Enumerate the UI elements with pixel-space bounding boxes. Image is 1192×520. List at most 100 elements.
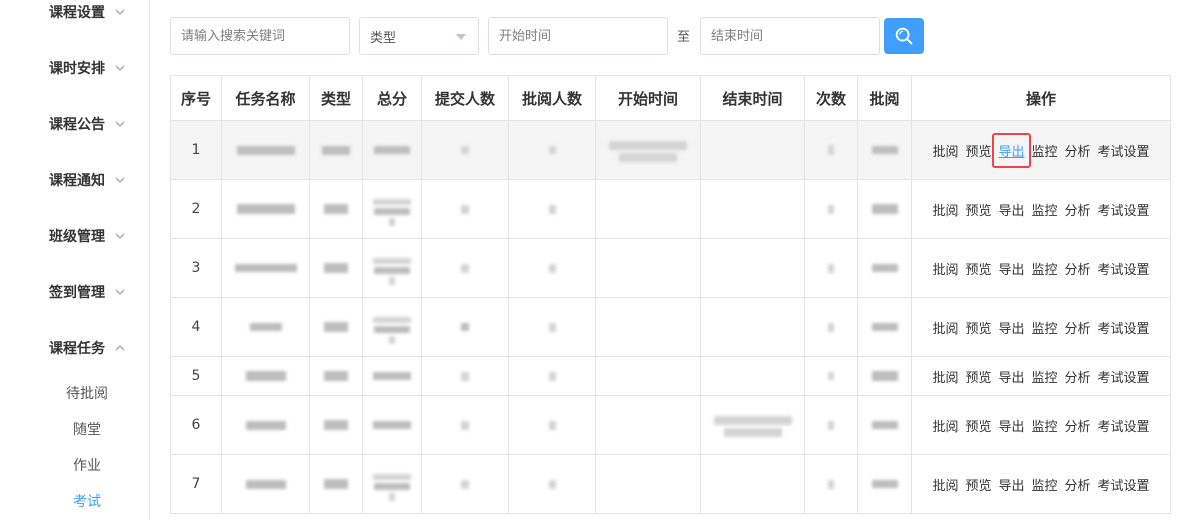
- exam-settings-link[interactable]: 考试设置: [1098, 318, 1150, 337]
- attempts-cell: [804, 395, 858, 455]
- preview-link[interactable]: 预览: [965, 416, 991, 435]
- chevron-down-icon: [115, 63, 125, 73]
- export-link[interactable]: 导出: [998, 416, 1024, 435]
- analyze-link[interactable]: 分析: [1065, 367, 1091, 386]
- start-time-input[interactable]: [488, 17, 668, 55]
- task-name-cell[interactable]: [221, 120, 310, 180]
- analyze-link[interactable]: 分析: [1065, 141, 1091, 160]
- task-name-cell[interactable]: [221, 395, 310, 455]
- column-header[interactable]: 操作: [911, 75, 1171, 121]
- task-name-cell[interactable]: [221, 454, 310, 514]
- analyze-link[interactable]: 分析: [1065, 318, 1091, 337]
- monitor-link[interactable]: 监控: [1032, 200, 1058, 219]
- submitted-cell: [421, 179, 509, 239]
- export-link[interactable]: 导出: [998, 200, 1024, 219]
- redacted-text: [461, 323, 469, 331]
- preview-link[interactable]: 预览: [965, 318, 991, 337]
- column-header[interactable]: 结束时间: [700, 75, 805, 121]
- exam-settings-link[interactable]: 考试设置: [1098, 259, 1150, 278]
- task-name-cell[interactable]: [221, 356, 310, 396]
- score-cell: [362, 454, 422, 514]
- preview-link[interactable]: 预览: [965, 141, 991, 160]
- export-link[interactable]: 导出: [998, 318, 1024, 337]
- column-header[interactable]: 提交人数: [421, 75, 509, 121]
- exam-settings-link[interactable]: 考试设置: [1098, 367, 1150, 386]
- analyze-link[interactable]: 分析: [1065, 259, 1091, 278]
- sidebar-sub-homework[interactable]: 作业: [0, 454, 150, 478]
- type-cell: [309, 120, 363, 180]
- keyword-search-input[interactable]: [170, 17, 350, 55]
- review-link[interactable]: 批阅: [932, 141, 958, 160]
- type-cell: [309, 454, 363, 514]
- column-header[interactable]: 开始时间: [595, 75, 701, 121]
- chevron-down-icon: [115, 175, 125, 185]
- column-header[interactable]: 总分: [362, 75, 422, 121]
- column-header[interactable]: 批阅: [857, 75, 912, 121]
- review-cell: [857, 454, 912, 514]
- exam-settings-link[interactable]: 考试设置: [1098, 475, 1150, 494]
- sidebar-menu-label: 课时安排: [49, 61, 105, 77]
- exam-settings-link[interactable]: 考试设置: [1098, 416, 1150, 435]
- sidebar-menu-attendance[interactable]: 签到管理: [49, 280, 125, 304]
- review-link[interactable]: 批阅: [932, 416, 958, 435]
- review-cell: [857, 179, 912, 239]
- column-header[interactable]: 任务名称: [221, 75, 310, 121]
- task-name-cell[interactable]: [221, 297, 310, 357]
- search-button[interactable]: [884, 18, 924, 54]
- column-header[interactable]: 序号: [170, 75, 222, 121]
- sidebar-menu-course-settings[interactable]: 课程设置: [49, 0, 125, 24]
- sidebar-menu-notifications[interactable]: 课程通知: [49, 168, 125, 192]
- exam-settings-link[interactable]: 考试设置: [1098, 200, 1150, 219]
- exam-settings-link[interactable]: 考试设置: [1098, 141, 1150, 160]
- task-name-cell[interactable]: [221, 179, 310, 239]
- end-time-cell: [700, 238, 805, 298]
- analyze-link[interactable]: 分析: [1065, 200, 1091, 219]
- redacted-text: [871, 371, 898, 381]
- analyze-link[interactable]: 分析: [1065, 416, 1091, 435]
- sidebar-menu-label: 课程公告: [49, 117, 105, 133]
- redacted-text: [828, 204, 834, 214]
- column-header[interactable]: 批阅人数: [508, 75, 596, 121]
- review-link[interactable]: 批阅: [932, 475, 958, 494]
- sidebar-sub-in-class[interactable]: 随堂: [0, 418, 150, 442]
- redacted-text: [871, 323, 898, 331]
- sidebar-sub-exam[interactable]: 考试: [0, 490, 150, 514]
- preview-link[interactable]: 预览: [965, 475, 991, 494]
- monitor-link[interactable]: 监控: [1032, 416, 1058, 435]
- sidebar-menu-schedule[interactable]: 课时安排: [49, 56, 125, 80]
- redacted-text: [828, 479, 834, 489]
- column-header[interactable]: 类型: [309, 75, 363, 121]
- sidebar-menu-classes[interactable]: 班级管理: [49, 224, 125, 248]
- monitor-link[interactable]: 监控: [1032, 318, 1058, 337]
- monitor-link[interactable]: 监控: [1032, 475, 1058, 494]
- preview-link[interactable]: 预览: [965, 259, 991, 278]
- monitor-link[interactable]: 监控: [1032, 141, 1058, 160]
- review-cell: [857, 120, 912, 180]
- redacted-text: [324, 204, 348, 214]
- sidebar-menu-announcements[interactable]: 课程公告: [49, 112, 125, 136]
- analyze-link[interactable]: 分析: [1065, 475, 1091, 494]
- review-link[interactable]: 批阅: [932, 367, 958, 386]
- task-name-cell[interactable]: [221, 238, 310, 298]
- review-link[interactable]: 批阅: [932, 200, 958, 219]
- attempts-cell: [804, 179, 858, 239]
- redacted-text: [609, 141, 687, 162]
- reviewed-cell: [508, 297, 596, 357]
- preview-link[interactable]: 预览: [965, 367, 991, 386]
- sidebar-menu-course-tasks[interactable]: 课程任务: [49, 336, 125, 360]
- review-link[interactable]: 批阅: [932, 259, 958, 278]
- sidebar: 课程设置 课时安排 课程公告 课程通知 班级管理 签到管理 课程任务 待批阅 随…: [0, 0, 150, 520]
- sidebar-sub-pending-review[interactable]: 待批阅: [0, 382, 150, 406]
- redacted-text: [322, 145, 350, 155]
- column-header[interactable]: 次数: [804, 75, 858, 121]
- export-link[interactable]: 导出: [992, 132, 1031, 168]
- review-link[interactable]: 批阅: [932, 318, 958, 337]
- preview-link[interactable]: 预览: [965, 200, 991, 219]
- monitor-link[interactable]: 监控: [1032, 259, 1058, 278]
- export-link[interactable]: 导出: [998, 475, 1024, 494]
- monitor-link[interactable]: 监控: [1032, 367, 1058, 386]
- end-time-input[interactable]: [700, 17, 880, 55]
- export-link[interactable]: 导出: [998, 259, 1024, 278]
- type-select[interactable]: 类型: [359, 17, 479, 55]
- export-link[interactable]: 导出: [998, 367, 1024, 386]
